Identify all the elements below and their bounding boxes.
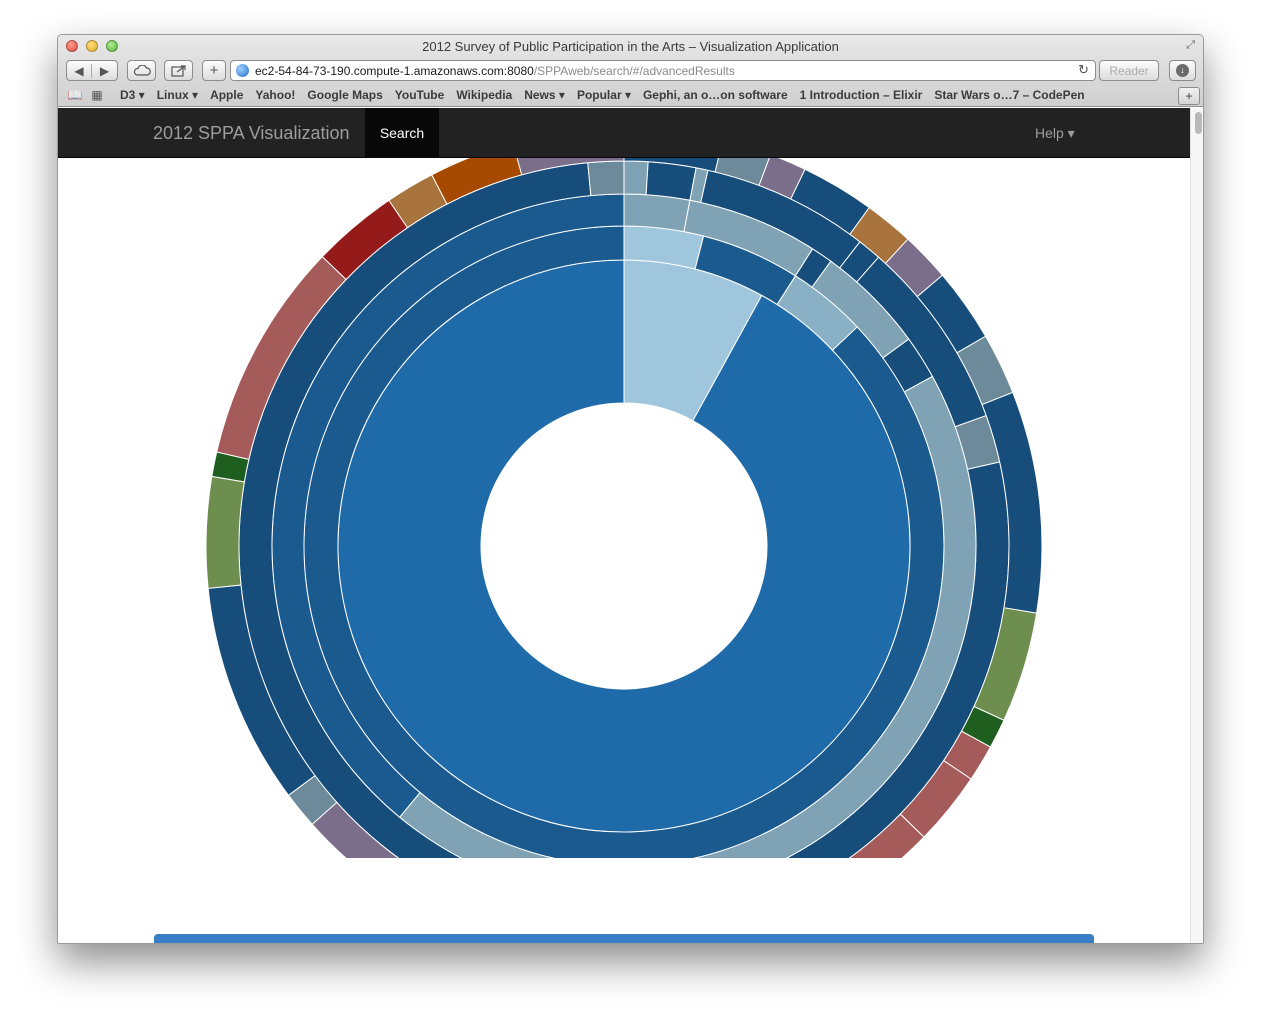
navbar-brand[interactable]: 2012 SPPA Visualization [153,123,349,144]
bookmark-wikipedia[interactable]: Wikipedia [456,88,512,102]
top-sites-icon[interactable]: ▦ [86,88,108,102]
sunburst-chart [205,158,1043,858]
new-tab-button[interactable]: + [1178,87,1200,105]
bookmark-youtube[interactable]: YouTube [395,88,445,102]
sunburst-outer-ring-segment[interactable] [205,475,245,589]
bookmark-elixir[interactable]: 1 Introduction – Elixir [800,88,923,102]
app-navbar: 2012 SPPA Visualization Search Help ▾ [58,108,1190,158]
nav-search-tab[interactable]: Search [365,108,439,158]
sunburst-ring-4-segment[interactable] [645,161,697,201]
download-icon: ↓ [1176,64,1189,77]
sunburst-ring-4-segment[interactable] [587,160,625,197]
reading-list-icon[interactable]: 📖 [64,88,86,102]
back-forward-buttons: ◀ ▶ [66,60,118,81]
bookmark-google-maps[interactable]: Google Maps [307,88,382,102]
bookmark-yahoo[interactable]: Yahoo! [255,88,295,102]
url-host: ec2-54-84-73-190.compute-1.amazonaws.com… [255,63,534,78]
sunburst-ring-1-segment[interactable] [337,259,911,833]
fullscreen-icon[interactable]: ⤢ [1186,39,1195,52]
address-bar[interactable]: ec2-54-84-73-190.compute-1.amazonaws.com… [230,60,1096,81]
bookmark-codepen[interactable]: Star Wars o…7 – CodePen [934,88,1084,102]
window-title: 2012 Survey of Public Participation in t… [422,39,839,54]
reader-button[interactable]: Reader [1099,60,1159,81]
downloads-button[interactable]: ↓ [1169,60,1196,81]
globe-icon [236,64,249,77]
bookmarks-bar: 📖 ▦ D3 ▾ Linux ▾ Apple Yahoo! Google Map… [58,85,1203,105]
page-content: 2012 SPPA Visualization Search Help ▾ [58,108,1190,943]
bookmark-popular[interactable]: Popular ▾ [577,88,631,102]
results-panel-header [154,934,1094,943]
nav-help-dropdown[interactable]: Help ▾ [1035,125,1075,142]
icloud-tabs-button[interactable] [127,60,156,81]
cloud-icon [133,65,151,76]
browser-chrome: 2012 Survey of Public Participation in t… [58,35,1203,107]
reload-icon[interactable]: ↻ [1078,62,1089,78]
bookmark-gephi[interactable]: Gephi, an o…on software [643,88,788,102]
scrollbar[interactable] [1190,108,1203,943]
sunburst-ring-4-segment[interactable] [623,160,649,196]
add-bookmark-button[interactable]: + [202,60,226,81]
share-icon [170,65,186,77]
forward-button[interactable]: ▶ [92,64,117,78]
bookmark-apple[interactable]: Apple [210,88,243,102]
browser-window: 2012 Survey of Public Participation in t… [57,34,1204,944]
bookmark-news[interactable]: News ▾ [524,88,565,102]
url-path: /SPPAweb/search/#/advancedResults [533,63,735,78]
back-button[interactable]: ◀ [67,63,92,78]
bookmark-d3[interactable]: D3 ▾ [120,88,145,102]
sunburst-ring-3-segment[interactable] [623,193,691,233]
bookmark-linux[interactable]: Linux ▾ [157,88,198,102]
share-button[interactable] [164,60,193,81]
scrollbar-thumb[interactable] [1195,112,1202,134]
